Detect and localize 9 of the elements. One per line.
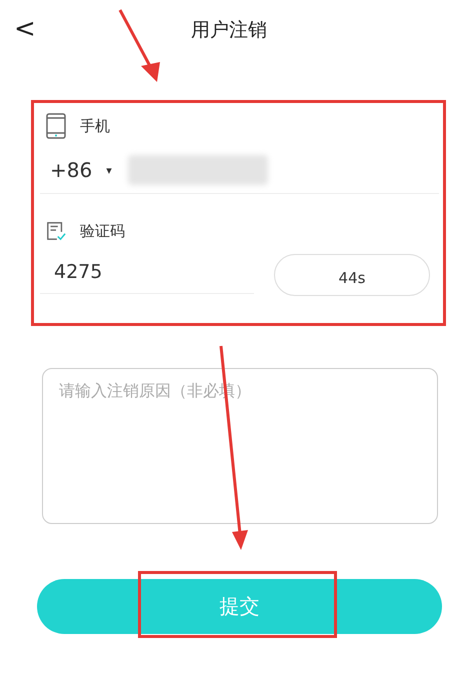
phone-icon bbox=[46, 113, 66, 139]
countdown-button[interactable]: 44s bbox=[274, 254, 430, 296]
code-field[interactable]: 4275 bbox=[40, 250, 254, 294]
code-label: 验证码 bbox=[80, 222, 125, 240]
page-title: 用户注销 bbox=[191, 18, 267, 43]
back-button[interactable]: < bbox=[8, 12, 42, 46]
phone-label: 手机 bbox=[80, 116, 110, 136]
dropdown-caret[interactable]: ▾ bbox=[106, 164, 112, 176]
country-code[interactable]: +86 bbox=[40, 158, 92, 182]
